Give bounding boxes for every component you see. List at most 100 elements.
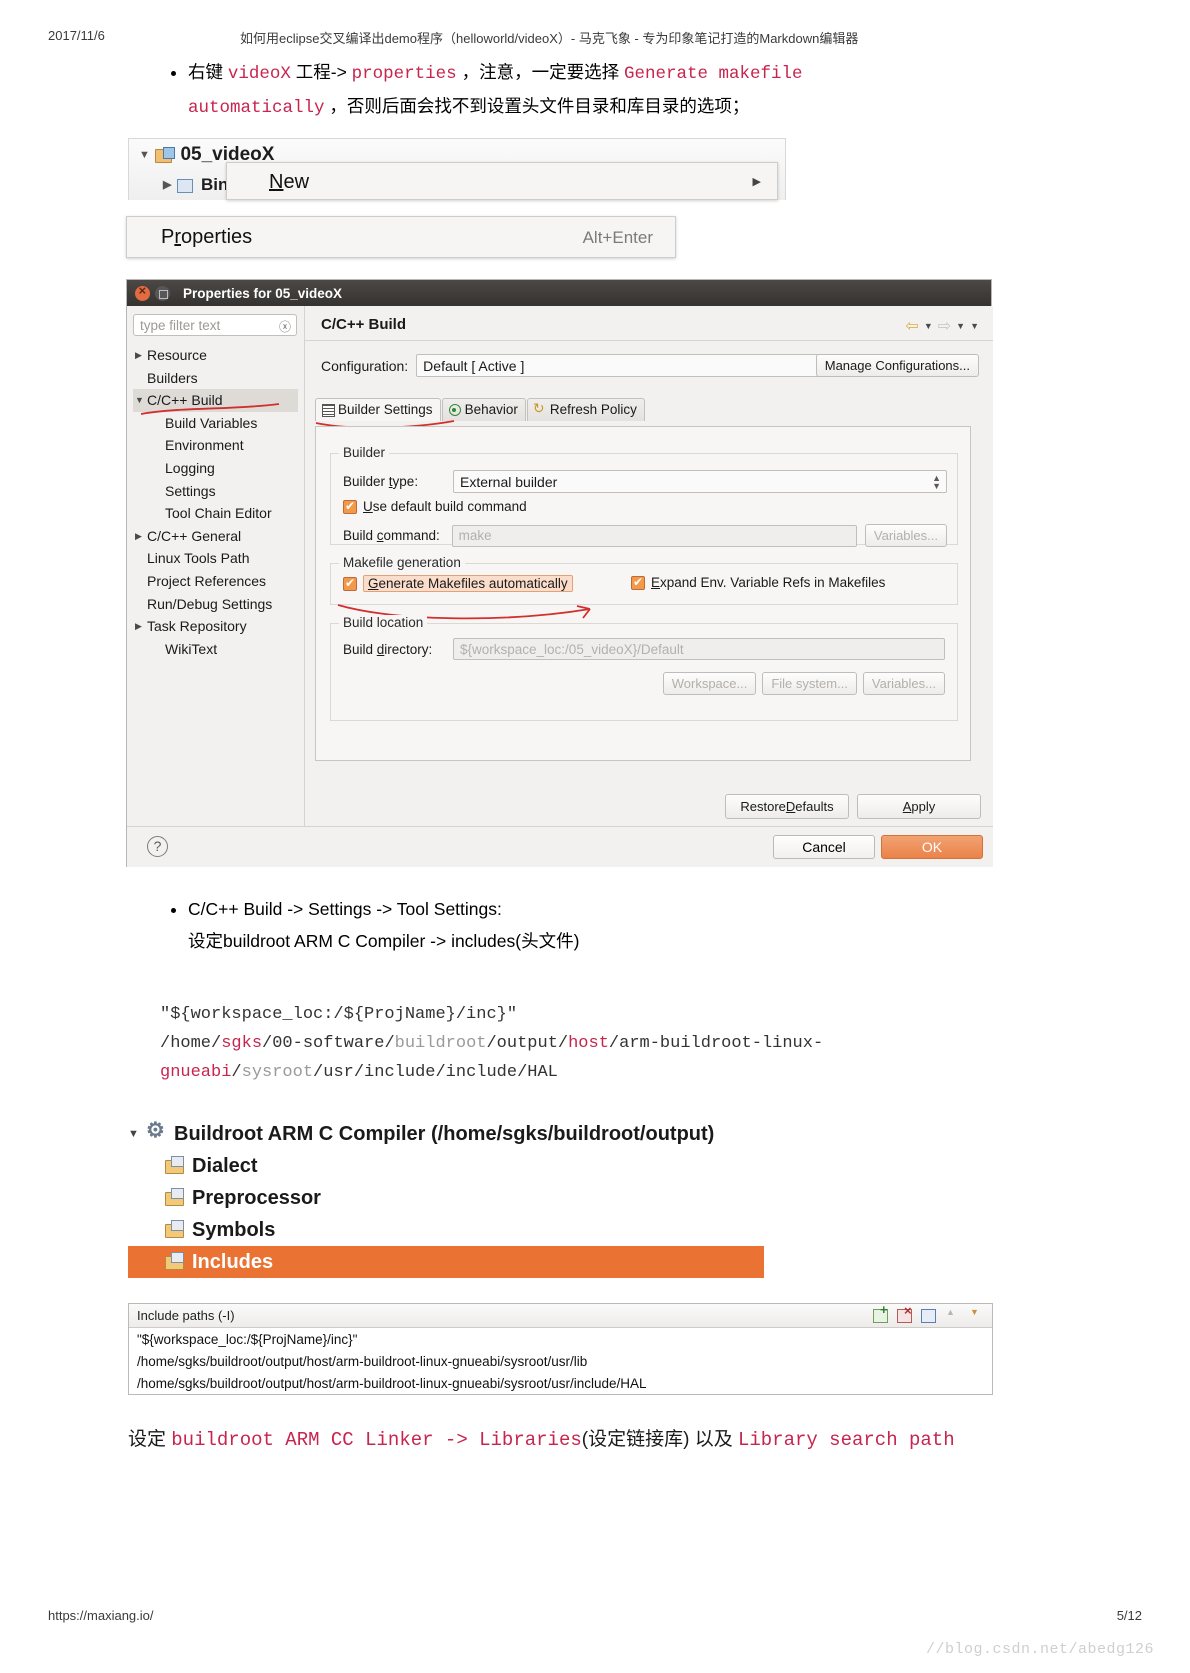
generate-makefiles-row[interactable]: Generate Makefiles automatically xyxy=(343,575,573,592)
file-system-button[interactable]: File system... xyxy=(762,672,857,695)
tree-item-cpp-general[interactable]: ▶ C/C++ General xyxy=(133,525,298,548)
add-icon[interactable] xyxy=(872,1302,888,1323)
page-footer: https://maxiang.io/ 5/12 //blog.csdn.net… xyxy=(0,1553,1190,1673)
configuration-label: Configuration: xyxy=(321,357,409,374)
workspace-button[interactable]: Workspace... xyxy=(662,672,757,695)
explorer-bin-row[interactable]: ▶ Bin xyxy=(163,175,228,195)
bullet1-seg4: ，否则后面会找不到设置头文件目录和库目录的选项； xyxy=(324,96,750,116)
tree-item-cpp-build[interactable]: ▼ C/C++ Build xyxy=(133,389,298,416)
tree-item-label: Build Variables xyxy=(165,414,258,431)
tool-tree-item-symbols[interactable]: Symbols xyxy=(128,1214,768,1246)
close-icon[interactable] xyxy=(135,283,150,301)
bullet2-line2: 设定buildroot ARM C Compiler -> includes(头… xyxy=(188,931,580,951)
tool-tree-item-dialect[interactable]: Dialect xyxy=(128,1150,768,1182)
spinner-icon[interactable]: ▲▼ xyxy=(932,474,941,491)
checkbox-checked-icon[interactable] xyxy=(343,499,357,514)
builder-type-row: Builder type: External builder ▲ ▼ xyxy=(343,470,947,493)
build-command-input[interactable]: make xyxy=(451,524,857,547)
tool-tree-root-label: Buildroot ARM C Compiler (/home/sgks/bui… xyxy=(174,1122,715,1145)
dialog-body: type filter text ⓧ ▶ Resource Builders ▼ C… xyxy=(127,306,993,826)
view-menu-icon[interactable]: ▼ xyxy=(970,321,979,331)
ok-button[interactable]: OK xyxy=(881,835,983,859)
generate-makefiles-label: Generate Makefiles automatically xyxy=(363,575,573,592)
menu-item-properties[interactable]: Properties xyxy=(161,226,252,249)
header-date: 2017/11/6 xyxy=(48,28,105,43)
tail-seg: 设定 xyxy=(128,1429,172,1450)
restore-defaults-button[interactable]: Restore Defaults xyxy=(725,794,849,819)
folder-icon xyxy=(164,1188,186,1208)
tail-seg: (设定链接库) xyxy=(581,1429,695,1450)
include-paths-table: Include paths (-I) "${workspace_loc:/${P… xyxy=(128,1302,993,1395)
tool-tree-item-includes[interactable]: Includes xyxy=(128,1246,764,1278)
context-menu-new[interactable]: New ▶ xyxy=(226,162,778,200)
tail-text: 设定 buildroot ARM CC Linker -> Libraries(… xyxy=(128,1425,955,1455)
edit-icon[interactable] xyxy=(920,1307,936,1323)
variables-button-2[interactable]: Variables... xyxy=(862,672,945,695)
move-down-icon[interactable] xyxy=(968,1307,984,1323)
table-row[interactable]: "${workspace_loc:/${ProjName}/inc}" xyxy=(129,1328,992,1350)
tree-item-tool-chain-editor[interactable]: Tool Chain Editor xyxy=(133,502,298,525)
filter-input[interactable]: type filter text ⓧ xyxy=(133,314,297,336)
tree-item-builders[interactable]: Builders xyxy=(133,367,298,390)
menu-item-properties-accel: Alt+Enter xyxy=(582,228,653,247)
builder-type-label: Builder type: xyxy=(343,474,419,489)
tree-item-resource[interactable]: ▶ Resource xyxy=(133,344,298,367)
build-location-buttons: Workspace... File system... Variables... xyxy=(662,672,945,695)
clear-icon[interactable]: ⓧ xyxy=(279,318,291,335)
expand-env-row[interactable]: Expand Env. Variable Refs in Makefiles xyxy=(631,575,885,590)
header-title: 如何用eclipse交叉编译出demo程序（helloworld/videoX）… xyxy=(240,31,859,46)
arrow-right-icon[interactable]: ⇨ xyxy=(938,316,951,336)
tab-builder-settings[interactable]: Builder Settings xyxy=(315,398,455,429)
bullet1-code3: Generate makefile xyxy=(623,64,803,84)
chevron-down-icon[interactable]: ▼ xyxy=(956,321,965,331)
maximize-icon[interactable] xyxy=(155,285,170,301)
triangle-down-icon[interactable]: ▼ xyxy=(139,149,150,161)
tab-refresh-policy[interactable]: Refresh Policy xyxy=(526,398,645,421)
code-seg: /output/ xyxy=(486,1034,569,1053)
tree-item-linux-tools-path[interactable]: Linux Tools Path xyxy=(133,547,298,570)
code-seg: buildroot xyxy=(394,1034,487,1053)
manage-configurations-button[interactable]: Manage Configurations... xyxy=(815,354,979,377)
tree-item-project-references[interactable]: Project References xyxy=(133,570,298,593)
tree-item-wikitext[interactable]: WikiText xyxy=(133,638,298,661)
tree-item-task-repository[interactable]: ▶ Task Repository xyxy=(133,615,298,638)
tree-item-label: Settings xyxy=(165,482,216,499)
tree-item-settings[interactable]: Settings xyxy=(133,480,298,503)
tree-item-label: Builders xyxy=(147,369,198,386)
tree-item-label: Resource xyxy=(147,347,207,363)
build-directory-input[interactable]: ${workspace_loc:/05_videoX}/Default xyxy=(453,638,945,660)
apply-button[interactable]: Apply xyxy=(857,794,981,819)
tree-item-label: Run/Debug Settings xyxy=(147,595,273,612)
tool-tree-root[interactable]: ▼ Buildroot ARM C Compiler (/home/sgks/b… xyxy=(128,1118,768,1150)
include-paths-header-label: Include paths (-I) xyxy=(137,1308,235,1323)
tree-item-run-debug-settings[interactable]: Run/Debug Settings xyxy=(133,593,298,616)
variables-button[interactable]: Variables... xyxy=(864,524,947,547)
context-menu-properties[interactable]: Properties Alt+Enter xyxy=(126,216,676,258)
settings-tabs: Builder Settings Behavior Refresh Policy xyxy=(315,398,646,429)
triangle-down-icon[interactable]: ▼ xyxy=(128,1128,146,1140)
cancel-button[interactable]: Cancel xyxy=(773,835,875,859)
triangle-right-icon[interactable]: ▶ xyxy=(163,178,171,191)
chevron-down-icon[interactable]: ▼ xyxy=(924,321,933,331)
move-up-icon[interactable] xyxy=(944,1307,960,1323)
tree-item-build-variables[interactable]: Build Variables xyxy=(133,412,298,435)
tree-item-environment[interactable]: Environment xyxy=(133,434,298,457)
checkbox-checked-icon[interactable] xyxy=(343,576,357,591)
triangle-right-icon[interactable]: ▶ xyxy=(135,344,142,367)
tree-item-logging[interactable]: Logging xyxy=(133,457,298,480)
builder-type-select[interactable]: External builder ▲ ▼ xyxy=(453,470,947,493)
help-icon[interactable]: ? xyxy=(147,836,168,857)
use-default-build-command-row[interactable]: Use default build command xyxy=(343,499,527,514)
dialog-title: Properties for 05_videoX xyxy=(183,285,343,301)
gear-icon xyxy=(146,1118,168,1144)
delete-icon[interactable] xyxy=(896,1303,912,1323)
menu-item-new[interactable]: New xyxy=(269,171,309,194)
arrow-left-icon[interactable]: ⇦ xyxy=(905,316,918,336)
table-row[interactable]: /home/sgks/buildroot/output/host/arm-bui… xyxy=(129,1350,992,1372)
code-line-1-text: "${workspace_loc:/${ProjName}/inc}" xyxy=(160,1005,518,1024)
checkbox-checked-icon[interactable] xyxy=(631,575,645,590)
triangle-right-icon[interactable]: ▶ xyxy=(135,525,142,548)
triangle-right-icon[interactable]: ▶ xyxy=(135,615,142,638)
tool-tree-item-preprocessor[interactable]: Preprocessor xyxy=(128,1182,768,1214)
table-row[interactable]: /home/sgks/buildroot/output/host/arm-bui… xyxy=(129,1372,992,1394)
